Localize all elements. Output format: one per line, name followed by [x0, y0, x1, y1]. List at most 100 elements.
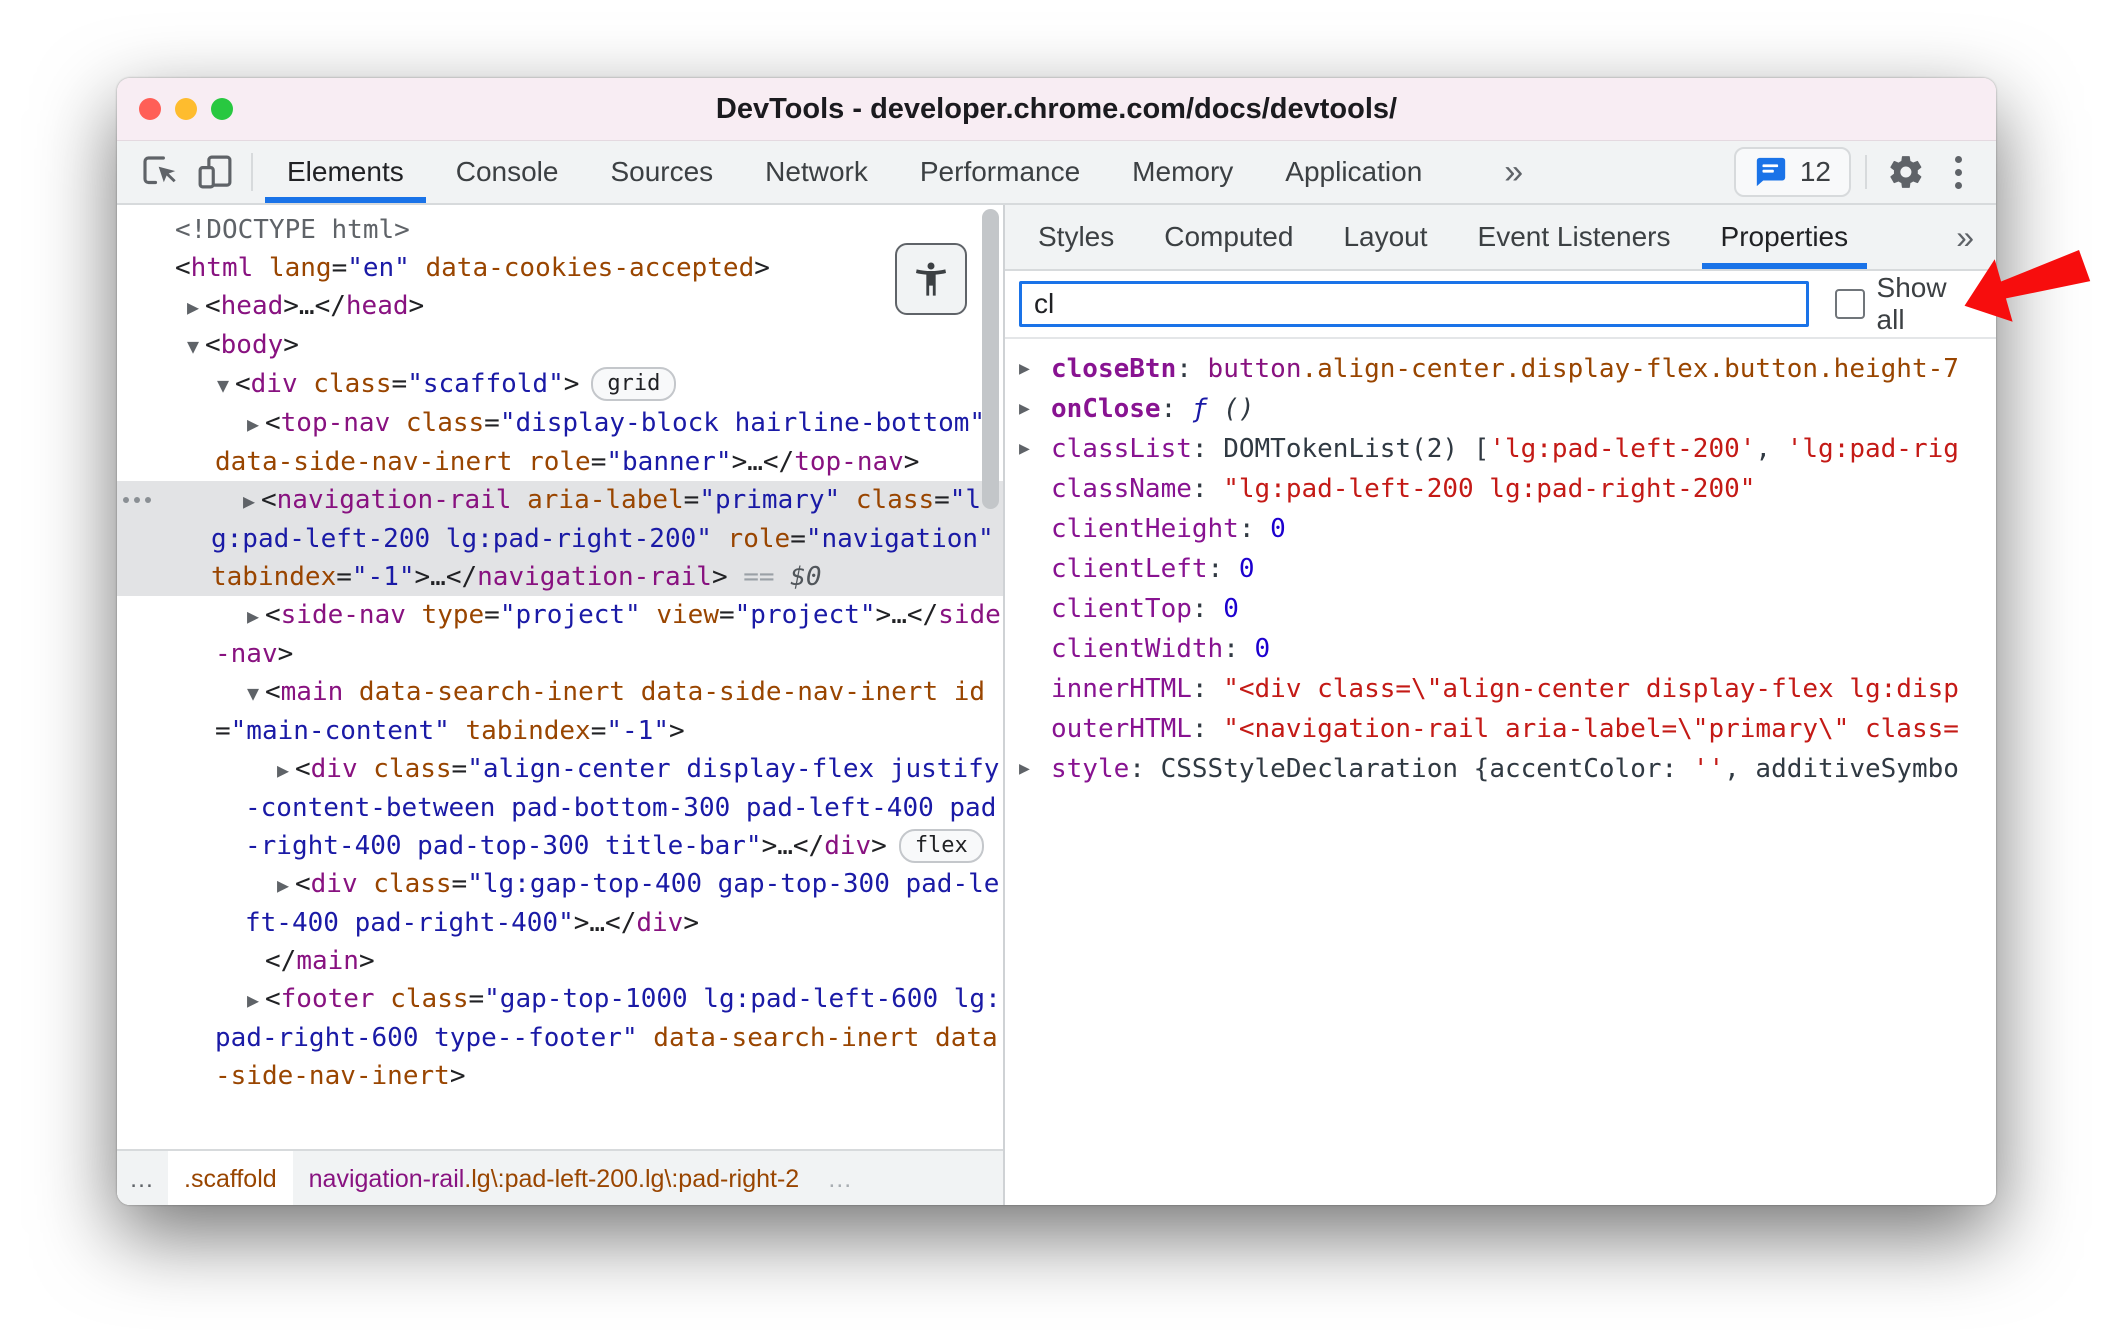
tree-node[interactable]: ▶ <top-nav class="display-block hairline-…	[121, 404, 1003, 481]
tree-node[interactable]: ▶ <div class="lg:gap-top-400 gap-top-300 …	[121, 865, 1003, 942]
node-options-dots-icon[interactable]	[123, 497, 151, 503]
tree-expand-arrow-icon[interactable]: ▶	[215, 981, 265, 1019]
chat-bubble-icon	[1756, 157, 1786, 187]
code-segment: >	[903, 447, 920, 477]
code-segment: div	[636, 908, 684, 938]
code-segment: "navigation"	[805, 524, 994, 554]
inspect-element-button[interactable]	[131, 141, 187, 203]
grid-badge[interactable]: grid	[591, 367, 677, 401]
tree-node[interactable]: <html lang="en" data-cookies-accepted>	[121, 249, 1003, 287]
tree-expand-arrow-icon[interactable]: ▶	[215, 405, 265, 443]
code-segment: "display-block hairline-bottom"	[499, 408, 986, 438]
property-expand-arrow-icon[interactable]: ▶	[1019, 429, 1030, 469]
property-row[interactable]: ▶ onClose: ƒ ()	[1005, 389, 1996, 429]
code-segment: main	[296, 946, 359, 976]
tree-node[interactable]: ▶ <footer class="gap-top-1000 lg:pad-left…	[121, 980, 1003, 1095]
sidebar-tab-event-listeners[interactable]: Event Listeners	[1453, 205, 1696, 269]
code-segment: role	[512, 447, 591, 477]
sidebar-more-tabs-button[interactable]: »	[1942, 205, 1988, 269]
toolbar-separator	[251, 153, 253, 191]
tab-memory[interactable]: Memory	[1106, 141, 1259, 203]
customize-devtools-button[interactable]	[1941, 155, 1976, 189]
code-segment: <	[261, 485, 277, 515]
code-segment: data-cookies-accepted	[409, 253, 755, 283]
property-row[interactable]: clientLeft: 0	[1005, 549, 1996, 589]
code-segment: "main-content"	[230, 716, 450, 746]
property-row[interactable]: ▶ classList: DOMTokenList(2) ['lg:pad-lef…	[1005, 429, 1996, 469]
sidebar-tab-computed[interactable]: Computed	[1139, 205, 1318, 269]
elements-tree: <!DOCTYPE html> <html lang="en" data-cook…	[117, 205, 1003, 1157]
breadcrumb-item[interactable]: .scaffold	[168, 1151, 293, 1205]
property-row[interactable]: innerHTML: "<div class=\"align-center di…	[1005, 669, 1996, 709]
property-row[interactable]: clientTop: 0	[1005, 589, 1996, 629]
accessibility-button[interactable]	[895, 243, 967, 315]
zoom-window-button[interactable]	[211, 98, 233, 120]
property-row[interactable]: outerHTML: "<navigation-rail aria-label=…	[1005, 709, 1996, 749]
sidebar-tab-styles[interactable]: Styles	[1013, 205, 1139, 269]
tree-expand-arrow-icon[interactable]: ▶	[211, 482, 261, 520]
code-segment: main	[280, 677, 344, 707]
property-name: outerHTML	[1051, 714, 1192, 744]
code-segment: html	[190, 253, 254, 283]
breadcrumb-overflow-ellipsis[interactable]: …	[815, 1165, 866, 1194]
issues-messages-button[interactable]: 12	[1733, 147, 1851, 197]
tree-node[interactable]: ▼ <main data-search-inert data-side-nav-i…	[121, 673, 1003, 750]
tab-network[interactable]: Network	[739, 141, 894, 203]
tree-expand-arrow-icon[interactable]: ▼	[185, 366, 235, 404]
tree-node[interactable]: ▶ <div class="align-center display-flex j…	[121, 750, 1003, 865]
property-row[interactable]: clientWidth: 0	[1005, 629, 1996, 669]
minimize-window-button[interactable]	[175, 98, 197, 120]
property-expand-arrow-icon[interactable]: ▶	[1019, 389, 1030, 429]
tree-expand-arrow-icon[interactable]: ▼	[155, 327, 205, 365]
tree-node[interactable]: ▶ <navigation-rail aria-label="primary" c…	[117, 481, 1003, 596]
breadcrumb-item[interactable]: navigation-rail .lg\:pad-left-200.lg\:pad…	[293, 1151, 816, 1205]
tree-node[interactable]: <!DOCTYPE html>	[121, 211, 1003, 249]
breadcrumb-overflow-ellipsis[interactable]: …	[117, 1165, 168, 1194]
flex-badge[interactable]: flex	[898, 829, 984, 863]
properties-filter-row: Show all	[1005, 271, 1996, 339]
settings-button[interactable]	[1881, 153, 1931, 191]
code-segment: "scaffold"	[407, 369, 564, 399]
property-row[interactable]: ▶ closeBtn: button.align-center.display-f…	[1005, 349, 1996, 389]
tree-node[interactable]: </main>	[121, 942, 1003, 980]
property-row[interactable]: clientHeight: 0	[1005, 509, 1996, 549]
tree-node[interactable]: ▶ <head>…</head>	[121, 287, 1003, 326]
code-segment: "en"	[347, 253, 410, 283]
sidebar-tab-layout[interactable]: Layout	[1318, 205, 1452, 269]
property-expand-arrow-icon[interactable]: ▶	[1019, 749, 1030, 789]
tree-node[interactable]: ▶ <side-nav type="project" view="project"…	[121, 596, 1003, 673]
tab-elements[interactable]: Elements	[261, 141, 430, 203]
code-segment: head	[345, 291, 409, 321]
code-segment: >	[449, 1061, 466, 1091]
tree-expand-arrow-icon[interactable]: ▶	[245, 751, 295, 789]
show-all-checkbox[interactable]	[1834, 289, 1865, 319]
code-segment: =	[331, 253, 348, 283]
close-window-button[interactable]	[139, 98, 161, 120]
code-segment: "-1"	[351, 562, 415, 592]
property-expand-arrow-icon[interactable]: ▶	[1019, 349, 1030, 389]
toggle-device-toolbar-button[interactable]	[187, 141, 243, 203]
tree-expand-arrow-icon[interactable]: ▶	[155, 288, 205, 326]
tab-performance[interactable]: Performance	[894, 141, 1106, 203]
property-row[interactable]: className: "lg:pad-left-200 lg:pad-right…	[1005, 469, 1996, 509]
code-segment: <	[295, 754, 311, 784]
tree-node[interactable]: ▼ <div class="scaffold"> grid	[121, 365, 1003, 404]
show-all-toggle[interactable]: Show all	[1834, 272, 1982, 336]
tree-expand-arrow-icon[interactable]: ▼	[215, 674, 265, 712]
more-panels-button[interactable]: »	[1494, 141, 1533, 203]
code-segment: class	[840, 485, 935, 515]
tab-console[interactable]: Console	[430, 141, 585, 203]
properties-filter-input[interactable]	[1019, 281, 1809, 327]
property-row[interactable]: ▶ style: CSSStyleDeclaration {accentColor…	[1005, 749, 1996, 789]
code-segment: "banner"	[606, 447, 732, 477]
tab-application[interactable]: Application	[1259, 141, 1448, 203]
code-segment: </	[906, 600, 939, 630]
sidebar-tab-properties[interactable]: Properties	[1696, 205, 1874, 269]
tree-scrollbar-thumb[interactable]	[982, 209, 999, 509]
tree-expand-arrow-icon[interactable]: ▶	[245, 866, 295, 904]
kebab-menu-icon	[1955, 155, 1962, 163]
tree-expand-arrow-icon[interactable]: ▶	[215, 597, 265, 635]
tab-sources[interactable]: Sources	[584, 141, 739, 203]
tree-node[interactable]: ▼ <body>	[121, 326, 1003, 365]
code-segment: </	[605, 908, 637, 938]
